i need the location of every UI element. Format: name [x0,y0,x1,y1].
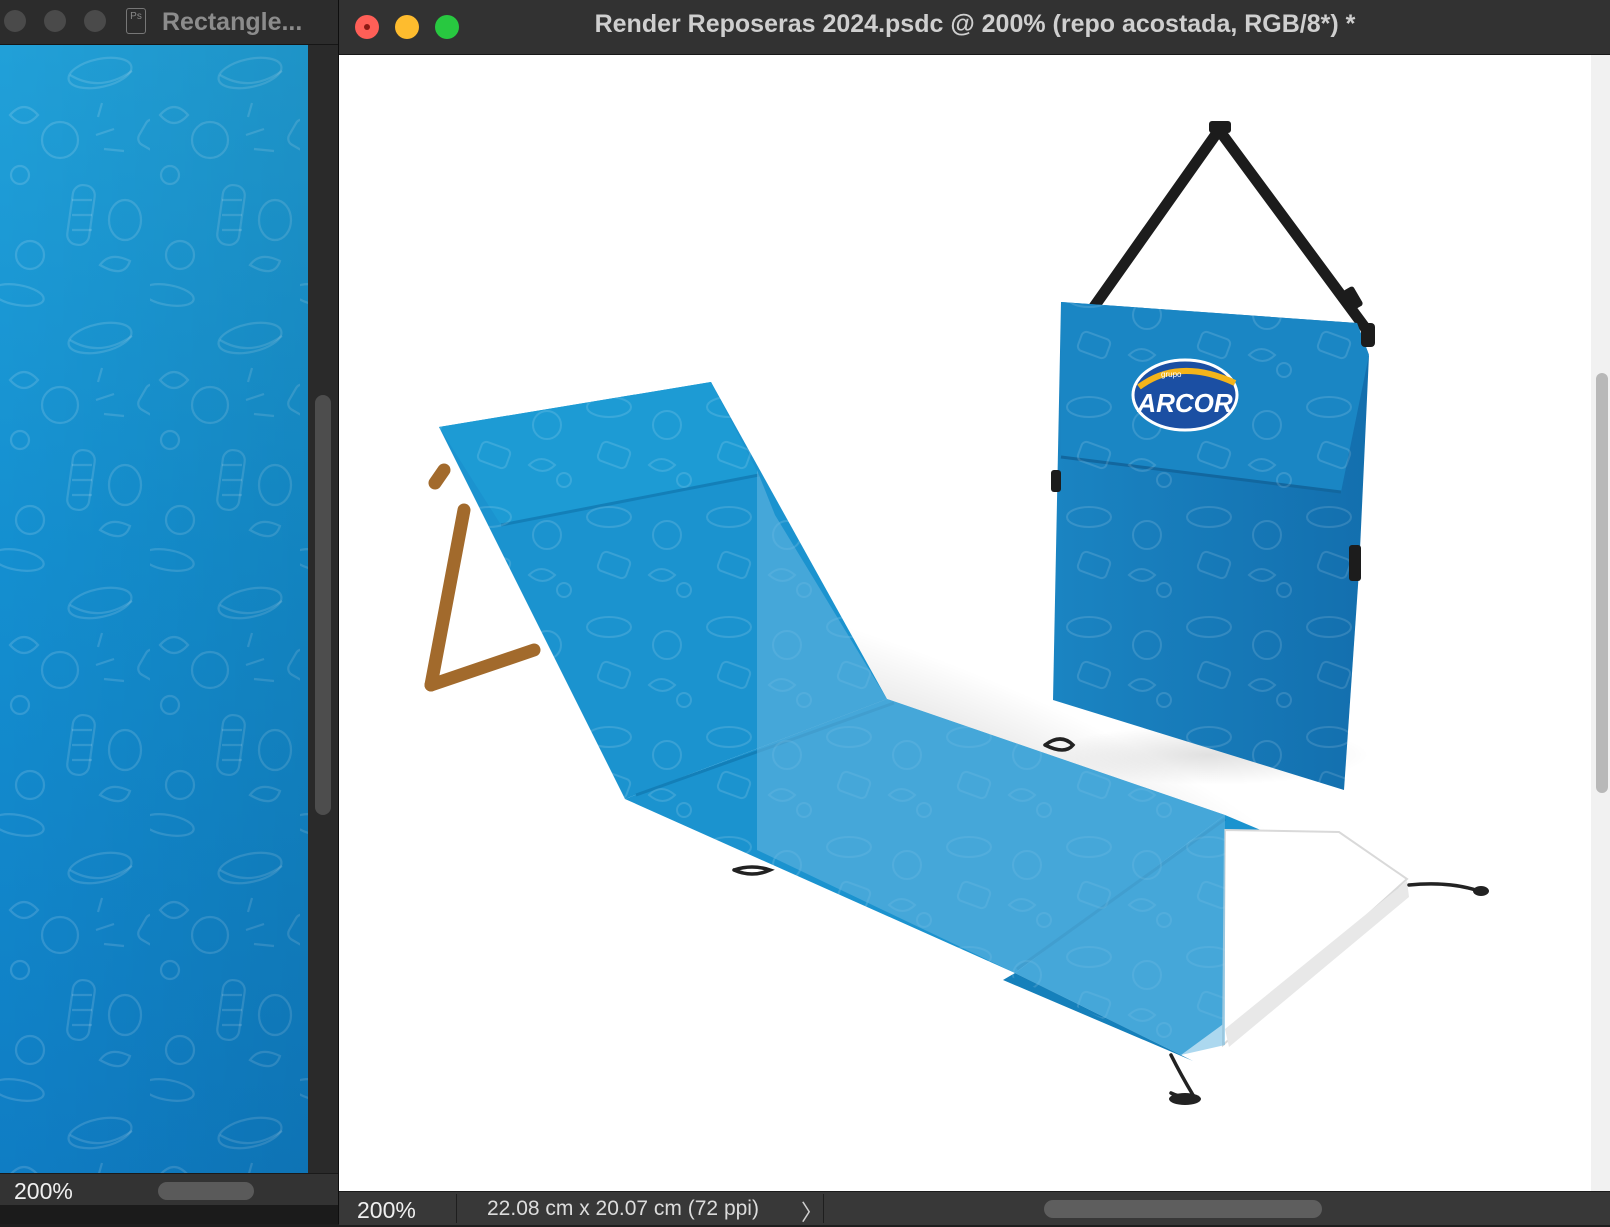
svg-text:grupo: grupo [1161,370,1182,379]
left-close-button[interactable] [4,10,26,32]
status-bar: 200% 22.08 cm x 20.07 cm (72 ppi) 〉 [339,1191,1610,1225]
left-scrollbar-thumb[interactable] [315,395,331,815]
left-zoom-level[interactable]: 200% [14,1178,73,1205]
candy-pattern-icon [0,45,308,1173]
left-window-title: Rectangle... [162,8,303,36]
main-document-window: Render Reposeras 2024.psdc @ 200% (repo … [338,0,1610,1225]
photoshop-file-icon: Ps [126,8,146,34]
left-horizontal-scroll-thumb[interactable] [158,1182,254,1200]
horizontal-scroll-thumb[interactable] [1044,1200,1322,1218]
document-size-info[interactable]: 22.08 cm x 20.07 cm (72 ppi) [487,1197,759,1221]
main-window-titlebar[interactable]: Render Reposeras 2024.psdc @ 200% (repo … [339,0,1610,55]
document-title: Render Reposeras 2024.psdc @ 200% (repo … [594,10,1356,38]
left-window-titlebar[interactable]: Ps Rectangle... [0,0,338,45]
document-canvas[interactable]: ARCOR grupo [339,55,1591,1191]
left-vertical-scrollbar[interactable] [308,45,338,1173]
left-minimize-button[interactable] [44,10,66,32]
vertical-scrollbar[interactable] [1591,55,1610,1191]
arcor-logo: ARCOR grupo [1131,358,1239,432]
folded-lounger-bag: ARCOR grupo [1051,121,1375,790]
left-document-window: Ps Rectangle... 200% [0,0,339,1224]
left-window-bottom-edge [0,1205,338,1224]
vertical-scrollbar-thumb[interactable] [1596,373,1608,793]
left-status-bar: 200% [0,1173,338,1206]
left-canvas-pattern[interactable] [0,45,308,1173]
status-divider [456,1194,457,1223]
svg-text:ARCOR: ARCOR [1136,388,1233,418]
chevron-right-icon[interactable]: 〉 [801,1195,823,1227]
product-render: ARCOR grupo [424,121,1489,1105]
left-maximize-button[interactable] [84,10,106,32]
zoom-level[interactable]: 200% [357,1197,416,1224]
status-divider [823,1194,824,1223]
